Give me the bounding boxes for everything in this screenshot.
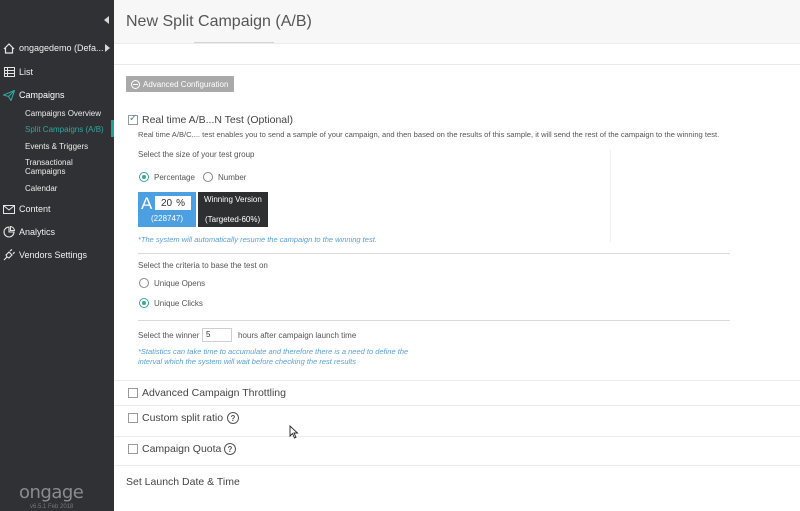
main-content: New Split Campaign (A/B) Advanced Config… bbox=[114, 0, 800, 511]
winning-version-target: (Targeted-60%) bbox=[205, 215, 261, 224]
unique-clicks-radio[interactable] bbox=[139, 298, 149, 308]
collapse-minus-icon bbox=[131, 79, 140, 89]
plug-icon bbox=[0, 249, 18, 261]
group-a-letter: A bbox=[141, 194, 153, 213]
paper-plane-icon bbox=[0, 89, 18, 101]
stats-note-line-2: interval which the system will wait befo… bbox=[138, 357, 357, 366]
campaign-quota-checkbox[interactable] bbox=[128, 444, 138, 454]
section-divider bbox=[114, 64, 800, 65]
custom-split-ratio-checkbox[interactable] bbox=[128, 413, 138, 423]
group-a-percent-input[interactable]: 20 % bbox=[155, 196, 191, 210]
collapse-sidebar-arrow-icon[interactable] bbox=[104, 16, 109, 24]
divider bbox=[114, 405, 800, 406]
sidebar-subitem-events-triggers[interactable]: Events & Triggers bbox=[0, 142, 114, 151]
unique-opens-label: Unique Opens bbox=[154, 279, 206, 288]
account-name: ongagedemo (Defa... bbox=[19, 43, 104, 53]
sidebar-subitem-campaigns-overview[interactable]: Campaigns Overview bbox=[0, 109, 114, 118]
header-underline bbox=[194, 42, 274, 43]
unique-opens-radio[interactable] bbox=[139, 278, 149, 288]
campaign-throttling-label: Advanced Campaign Throttling bbox=[142, 387, 286, 399]
list-icon bbox=[0, 67, 18, 77]
percentage-radio[interactable] bbox=[139, 172, 149, 182]
test-size-label: Select the size of your test group bbox=[138, 150, 255, 159]
panel-border bbox=[610, 150, 611, 242]
campaign-quota-label: Campaign Quota bbox=[142, 443, 222, 455]
sidebar-item-campaigns[interactable]: Campaigns bbox=[0, 85, 114, 105]
page-header: New Split Campaign (A/B) bbox=[114, 0, 800, 44]
advanced-configuration-label: Advanced Configuration bbox=[143, 79, 229, 89]
sidebar-item-label: List bbox=[19, 67, 34, 77]
sidebar-item-label: Analytics bbox=[19, 227, 56, 237]
sidebar-item-analytics[interactable]: Analytics bbox=[0, 222, 114, 242]
group-a-count: (228747) bbox=[151, 214, 184, 223]
sidebar: ongagedemo (Defa... List Campaigns Campa… bbox=[0, 0, 114, 511]
mouse-cursor-icon bbox=[289, 424, 299, 444]
home-icon bbox=[0, 42, 18, 54]
ab-test-title: Real time A/B...N Test (Optional) bbox=[142, 114, 293, 126]
winner-suffix-label: hours after campaign launch time bbox=[238, 331, 357, 340]
winner-hours-input[interactable]: 5 bbox=[202, 328, 232, 342]
winning-version-label: Winning Version bbox=[204, 195, 262, 204]
divider bbox=[114, 465, 800, 466]
divider bbox=[114, 436, 800, 437]
account-selector[interactable]: ongagedemo (Defa... bbox=[0, 38, 114, 58]
divider bbox=[138, 320, 730, 321]
advanced-configuration-toggle[interactable]: Advanced Configuration bbox=[126, 76, 235, 92]
sidebar-item-label: Campaigns bbox=[19, 90, 65, 100]
percentage-label: Percentage bbox=[154, 173, 195, 182]
winning-version-box: Winning Version (Targeted-60%) bbox=[198, 192, 268, 227]
divider bbox=[114, 380, 800, 381]
campaign-throttling-checkbox[interactable] bbox=[128, 388, 138, 398]
test-group-a-box: A 20 % (228747) bbox=[138, 192, 196, 227]
sidebar-item-label: Content bbox=[19, 204, 51, 214]
ongage-logo: ongage bbox=[19, 482, 84, 503]
sidebar-subitem-split-campaigns[interactable]: Split Campaigns (A/B) bbox=[0, 125, 114, 134]
group-a-percent-value: 20 bbox=[160, 197, 173, 209]
launch-date-title: Set Launch Date & Time bbox=[126, 476, 240, 488]
sidebar-item-content[interactable]: Content bbox=[0, 199, 114, 219]
sidebar-subitem-transactional-campaigns[interactable]: Transactional Campaigns bbox=[0, 158, 100, 176]
group-a-percent-sign: % bbox=[176, 197, 186, 209]
stats-note-line-1: *Statistics can take time to accumulate … bbox=[138, 347, 409, 356]
account-caret-icon bbox=[105, 44, 110, 52]
winner-prefix-label: Select the winner bbox=[138, 331, 200, 340]
custom-split-ratio-label: Custom split ratio bbox=[142, 412, 224, 424]
number-label: Number bbox=[218, 173, 247, 182]
page-title: New Split Campaign (A/B) bbox=[126, 13, 312, 30]
sidebar-item-label: Vendors Settings bbox=[19, 250, 88, 260]
split-ratio-help-icon[interactable]: ? bbox=[227, 412, 239, 424]
envelope-icon bbox=[0, 204, 18, 214]
version-label: v6.5.1 Feb 2018 bbox=[30, 504, 74, 510]
criteria-label: Select the criteria to base the test on bbox=[138, 261, 268, 270]
divider bbox=[138, 253, 730, 254]
ab-test-checkbox[interactable] bbox=[128, 113, 138, 125]
sidebar-item-vendors-settings[interactable]: Vendors Settings bbox=[0, 245, 114, 265]
unique-clicks-label: Unique Clicks bbox=[154, 299, 203, 308]
sidebar-item-list[interactable]: List bbox=[0, 62, 114, 82]
resume-note: *The system will automatically resume th… bbox=[138, 235, 377, 244]
analytics-icon bbox=[0, 226, 18, 238]
sidebar-subitem-calendar[interactable]: Calendar bbox=[0, 184, 114, 193]
ab-test-description: Real time A/B/C.... test enables you to … bbox=[138, 130, 720, 139]
number-radio[interactable] bbox=[203, 172, 213, 182]
campaign-quota-help-icon[interactable]: ? bbox=[224, 443, 236, 455]
